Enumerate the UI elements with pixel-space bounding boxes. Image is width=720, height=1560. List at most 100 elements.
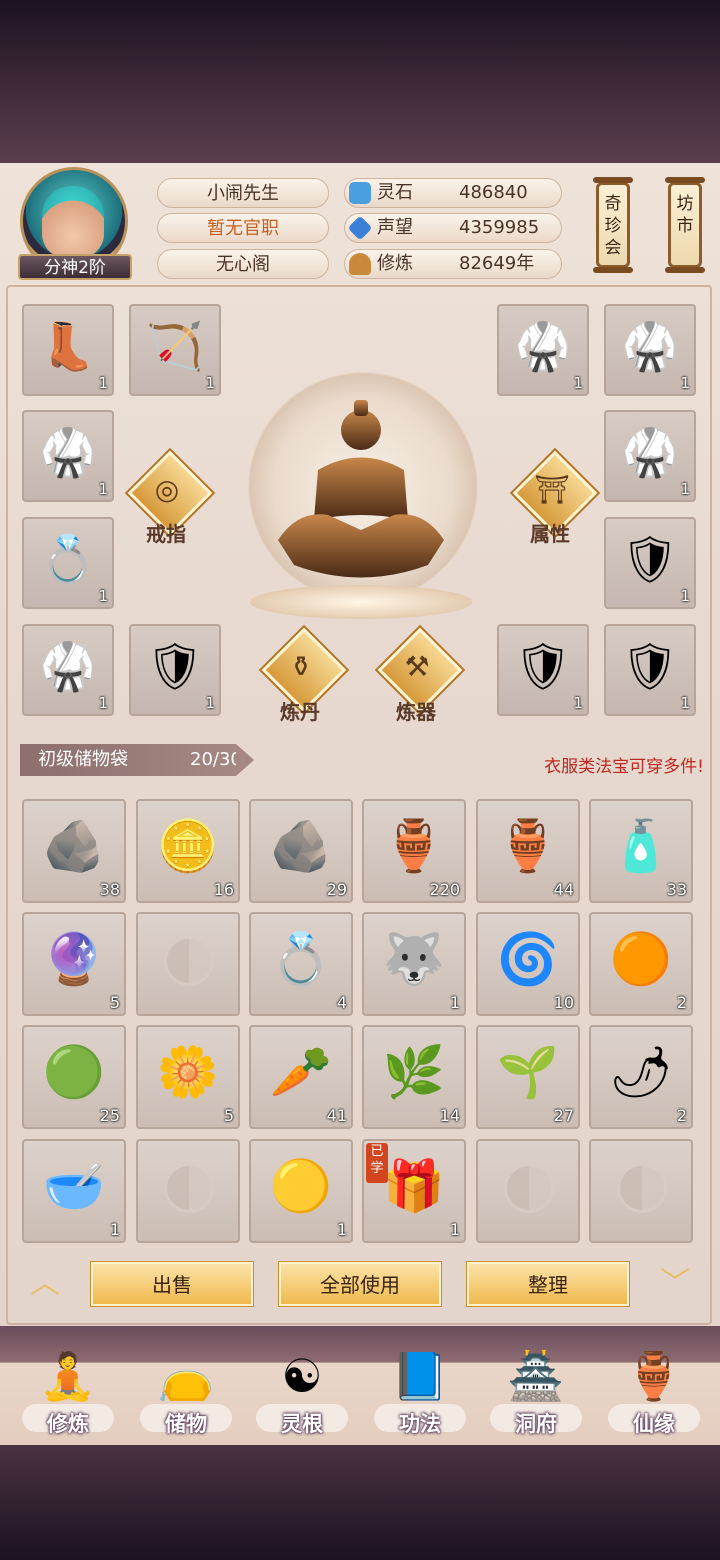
inventory-slot-empty[interactable] (136, 912, 240, 1016)
item-count: 1 (680, 587, 690, 605)
storage-bag-title: 初级储物袋 (38, 749, 128, 770)
nav-item-5[interactable]: 🏺 仙缘 (602, 1334, 706, 1440)
nav-label: 功法 (399, 1412, 441, 1436)
item-count: 1 (573, 694, 583, 712)
equip-slot-right-2[interactable]: 🥋 1 (604, 304, 696, 396)
item-count: 29 (326, 880, 347, 899)
item-count: 33 (666, 880, 687, 899)
inventory-slot[interactable]: 🏺 220 (362, 799, 466, 903)
bag-notice: 衣服类法宝可穿多件! (544, 757, 704, 777)
inventory-slot-empty[interactable] (476, 1139, 580, 1243)
inventory-slot[interactable]: 🟢 25 (22, 1025, 126, 1129)
inventory-slot[interactable]: 🏺 44 (476, 799, 580, 903)
inventory-slot[interactable]: 🔮 5 (22, 912, 126, 1016)
item-count: 1 (98, 374, 108, 392)
storage-bag-icon: 👝 (157, 1349, 215, 1403)
page-up-arrow-icon[interactable]: ︿ (22, 1268, 68, 1300)
bottom-background (0, 1445, 720, 1560)
item-count: 2 (676, 993, 687, 1012)
equip-slot-left-2[interactable]: 🏹 1 (129, 304, 221, 396)
nav-item-4[interactable]: 🏯 洞府 (484, 1334, 588, 1440)
ginseng-icon: 🥕 (269, 1043, 333, 1101)
inventory-slot[interactable]: 🧴 33 (589, 799, 693, 903)
inventory-slot[interactable]: 🌶 2 (589, 1025, 693, 1129)
cave-dwelling-icon: 🏯 (507, 1349, 565, 1403)
equip-slot-right-5[interactable]: 🛡 1 (497, 624, 589, 716)
item-count: 2 (676, 1106, 687, 1125)
item-count: 27 (553, 1106, 574, 1125)
item-count: 1 (449, 993, 460, 1012)
learned-tag: 已学 (366, 1143, 388, 1183)
item-count: 25 (99, 1106, 120, 1125)
use-all-button[interactable]: 全部使用 (279, 1262, 441, 1306)
jade-bottle-icon: 🧴 (609, 817, 673, 875)
item-count: 1 (205, 694, 215, 712)
spirit-bowl-icon: 🥣 (42, 1157, 106, 1215)
beast-icon: 🐺 (382, 930, 446, 988)
nav-item-3[interactable]: 📘 功法 (368, 1334, 472, 1440)
spirit-root-icon: ☯ (281, 1349, 323, 1403)
attributes-function-label: 属性 (530, 522, 570, 546)
item-count: 5 (223, 1106, 234, 1125)
inventory-slot[interactable]: 🪙 16 (136, 799, 240, 903)
resource-value: 4359985 (459, 217, 540, 238)
inventory-slot[interactable]: 💍 4 (249, 912, 353, 1016)
item-count: 14 (439, 1106, 460, 1125)
page-down-arrow-icon[interactable]: ﹀ (652, 1268, 698, 1300)
inventory-slot[interactable]: 🐺 1 (362, 912, 466, 1016)
sort-button[interactable]: 整理 (467, 1262, 629, 1306)
meditation-altar (250, 585, 472, 619)
gold-ore-icon: 🪙 (156, 817, 220, 875)
item-count: 38 (99, 880, 120, 899)
fire-orb-icon: 🟠 (609, 930, 673, 988)
equip-slot-left-6[interactable]: 🛡 1 (129, 624, 221, 716)
storage-bag-capacity: 20/30 (190, 749, 242, 770)
equip-slot-left-4[interactable]: 💍 1 (22, 517, 114, 609)
equip-slot-left-5[interactable]: 🥋 1 (22, 624, 114, 716)
treasure-auction-button[interactable]: 奇珍会 (593, 177, 633, 273)
item-count: 5 (109, 993, 120, 1012)
yin-yang-icon (164, 1163, 214, 1213)
inventory-slot[interactable]: 🟡 1 (249, 1139, 353, 1243)
item-count: 1 (336, 1220, 347, 1239)
market-button[interactable]: 坊市 (665, 177, 705, 273)
inventory-slot[interactable]: 🌼 5 (136, 1025, 240, 1129)
inventory-slot[interactable]: 🎁 1 已学 (362, 1139, 466, 1243)
forging-function-label: 炼器 (396, 700, 436, 724)
equip-slot-left-3[interactable]: 🥋 1 (22, 410, 114, 502)
equip-slot-right-3[interactable]: 🥋 1 (604, 410, 696, 502)
nav-item-0[interactable]: 🧘 修炼 (16, 1334, 120, 1440)
nav-label: 灵根 (281, 1412, 323, 1436)
alchemy-function-label: 炼丹 (280, 700, 320, 724)
inventory-slot-empty[interactable] (589, 1139, 693, 1243)
equip-slot-right-6[interactable]: 🛡 1 (604, 624, 696, 716)
item-count: 41 (326, 1106, 347, 1125)
storage-bag-tab[interactable]: 初级储物袋 20/30 (20, 744, 254, 776)
resource-value: 82649年 (459, 253, 535, 274)
yellow-orb-icon: 🟡 (269, 1157, 333, 1215)
inventory-slot[interactable]: 🟠 2 (589, 912, 693, 1016)
official-title: 暂无官职 (157, 213, 329, 243)
inventory-slot-empty[interactable] (136, 1139, 240, 1243)
green-gourd-icon: 🏺 (382, 817, 446, 875)
nav-item-1[interactable]: 👝 储物 (134, 1334, 238, 1440)
equip-slot-right-1[interactable]: 🥋 1 (497, 304, 589, 396)
yin-yang-icon (617, 1163, 667, 1213)
inventory-slot[interactable]: 🌿 14 (362, 1025, 466, 1129)
item-count: 1 (680, 694, 690, 712)
orange-gourd-icon: 🏺 (496, 817, 560, 875)
equip-slot-right-4[interactable]: 🛡 1 (604, 517, 696, 609)
inventory-slot[interactable]: 🪨 38 (22, 799, 126, 903)
nav-label: 储物 (165, 1412, 207, 1436)
resource-label: 修炼 (377, 253, 413, 274)
sell-button[interactable]: 出售 (91, 1262, 253, 1306)
equip-slot-left-1[interactable]: 👢 1 (22, 304, 114, 396)
cauldron-icon: ⚱ (289, 650, 313, 683)
nav-item-2[interactable]: ☯ 灵根 (250, 1334, 354, 1440)
inventory-slot[interactable]: 🌱 27 (476, 1025, 580, 1129)
inventory-slot[interactable]: 🥕 41 (249, 1025, 353, 1129)
inventory-slot[interactable]: 🌀 10 (476, 912, 580, 1016)
red-root-icon: 🌶 (609, 1043, 673, 1101)
inventory-slot[interactable]: 🥣 1 (22, 1139, 126, 1243)
inventory-slot[interactable]: 🪨 29 (249, 799, 353, 903)
